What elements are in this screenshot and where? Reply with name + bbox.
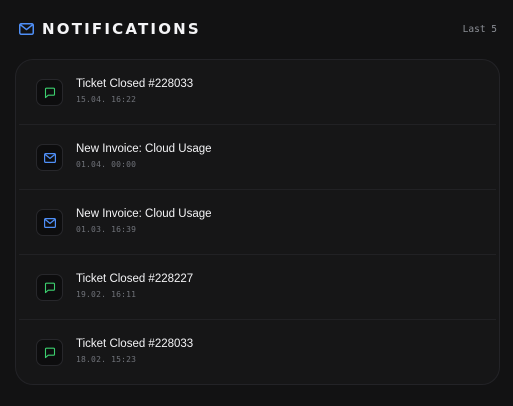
notification-item[interactable]: Ticket Closed #228033 15.04. 16:22 bbox=[19, 60, 496, 125]
count-label: Last 5 bbox=[462, 23, 497, 35]
notification-item[interactable]: Ticket Closed #228033 18.02. 15:23 bbox=[19, 320, 496, 384]
notifications-header: NOTIFICATIONS Last 5 bbox=[18, 18, 497, 40]
notification-title: Ticket Closed #228033 bbox=[76, 338, 194, 350]
mail-icon bbox=[36, 144, 63, 171]
notification-date: 01.04. 00:00 bbox=[76, 160, 137, 169]
chat-icon bbox=[36, 339, 63, 366]
notification-title: Ticket Closed #228227 bbox=[76, 273, 194, 285]
notification-date: 01.03. 16:39 bbox=[76, 225, 137, 234]
chat-icon bbox=[36, 274, 63, 301]
mail-icon bbox=[18, 21, 34, 37]
notification-title: New Invoice: Cloud Usage bbox=[76, 143, 212, 155]
notification-date: 18.02. 15:23 bbox=[76, 355, 137, 364]
page-title: NOTIFICATIONS bbox=[42, 20, 201, 38]
notification-title: New Invoice: Cloud Usage bbox=[76, 208, 212, 220]
notification-date: 19.02. 16:11 bbox=[76, 290, 137, 299]
mail-icon bbox=[36, 209, 63, 236]
chat-icon bbox=[36, 79, 63, 106]
notification-item[interactable]: Ticket Closed #228227 19.02. 16:11 bbox=[19, 255, 496, 320]
notification-date: 15.04. 16:22 bbox=[76, 95, 137, 104]
notification-item[interactable]: New Invoice: Cloud Usage 01.03. 16:39 bbox=[19, 190, 496, 255]
notification-item[interactable]: New Invoice: Cloud Usage 01.04. 00:00 bbox=[19, 125, 496, 190]
notification-title: Ticket Closed #228033 bbox=[76, 78, 194, 90]
notifications-list: Ticket Closed #228033 15.04. 16:22 New I… bbox=[15, 59, 500, 385]
